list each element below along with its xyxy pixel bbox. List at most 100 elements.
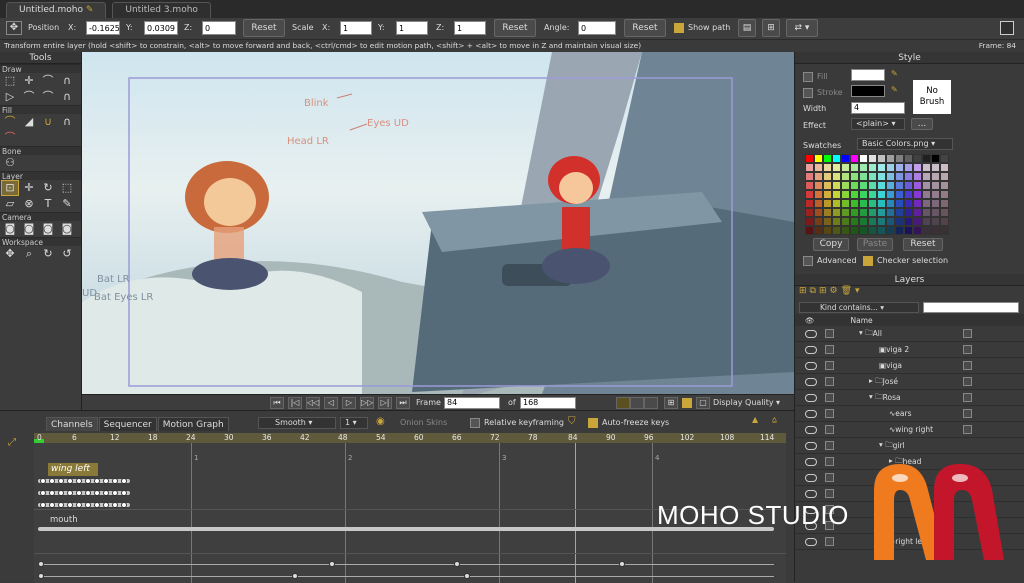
group-layer-icon[interactable]: ⊞ — [819, 286, 827, 300]
swatch-cell[interactable] — [814, 190, 823, 199]
swatch-cell[interactable] — [805, 163, 814, 172]
swatch-cell[interactable] — [832, 181, 841, 190]
swatch-cell[interactable] — [832, 217, 841, 226]
swatch-cell[interactable] — [913, 199, 922, 208]
pan-camera-icon[interactable]: ◙ — [59, 222, 75, 236]
keyframe-dot[interactable] — [67, 502, 73, 508]
keyframe-dot[interactable] — [85, 490, 91, 496]
last-frame-icon[interactable]: ⏭ — [396, 397, 410, 409]
swatch-cell[interactable] — [868, 172, 877, 181]
swatch-cell[interactable] — [859, 190, 868, 199]
keyframe-dot[interactable] — [49, 490, 55, 496]
swatch-cell[interactable] — [886, 163, 895, 172]
bone-tool-icon[interactable]: ⚇ — [2, 156, 18, 170]
swatch-cell[interactable] — [832, 154, 841, 163]
swatch-cell[interactable] — [823, 172, 832, 181]
swatch-cell[interactable] — [895, 217, 904, 226]
new-layer-icon[interactable]: ⊞ — [799, 286, 807, 300]
swatch-cell[interactable] — [805, 172, 814, 181]
keyframe-dot[interactable] — [103, 490, 109, 496]
swatch-cell[interactable] — [895, 208, 904, 217]
panel-toggle-icon[interactable] — [1000, 21, 1014, 35]
swatch-cell[interactable] — [805, 217, 814, 226]
swatch-cell[interactable] — [841, 172, 850, 181]
freehand-icon[interactable]: ⌒ — [21, 90, 37, 104]
swatch-cell[interactable] — [940, 190, 949, 199]
eyedropper-icon[interactable]: ✎ — [891, 85, 898, 94]
swatch-cell[interactable] — [913, 154, 922, 163]
width-field[interactable] — [851, 102, 905, 114]
keyframe-dot[interactable] — [121, 502, 127, 508]
swatch-cell[interactable] — [940, 199, 949, 208]
swatch-cell[interactable] — [904, 190, 913, 199]
align-icon[interactable]: ⊞ — [762, 19, 780, 37]
swatch-cell[interactable] — [931, 172, 940, 181]
frame-field[interactable] — [444, 397, 500, 409]
layer-checkbox[interactable] — [825, 457, 834, 466]
eye-icon[interactable] — [805, 377, 817, 386]
next-key-icon[interactable]: ▷| — [378, 397, 392, 409]
magnet-icon[interactable]: ∩ — [59, 90, 75, 104]
swatch-cell[interactable] — [850, 226, 859, 235]
tab-channels[interactable]: Channels — [46, 417, 98, 431]
swatch-cell[interactable] — [886, 172, 895, 181]
tab-untitled-3[interactable]: Untitled 3.moho — [112, 2, 211, 18]
keyframe-dot[interactable] — [67, 478, 73, 484]
scale-z-field[interactable] — [454, 21, 486, 35]
swatch-cell[interactable] — [940, 208, 949, 217]
swatch-cell[interactable] — [850, 163, 859, 172]
keyframe-dot[interactable] — [76, 502, 82, 508]
swatch-cell[interactable] — [940, 226, 949, 235]
swatch-cell[interactable] — [805, 208, 814, 217]
effect-more-button[interactable]: ... — [911, 118, 933, 130]
layer-checkbox[interactable] — [825, 489, 834, 498]
swatch-cell[interactable] — [904, 163, 913, 172]
swatch-cell[interactable] — [877, 190, 886, 199]
swatch-cell[interactable] — [841, 208, 850, 217]
kind-dropdown[interactable]: Kind contains... ▾ — [799, 301, 919, 313]
swatch-cell[interactable] — [877, 226, 886, 235]
layer-row-girl[interactable]: ▾ 🗀 girl — [795, 438, 1024, 454]
swatch-cell[interactable] — [877, 217, 886, 226]
swatch-cell[interactable] — [922, 208, 931, 217]
swatch-cell[interactable] — [886, 181, 895, 190]
track-camera-icon[interactable]: ◙ — [2, 222, 18, 236]
eye-icon[interactable] — [805, 409, 817, 418]
swatch-cell[interactable] — [913, 208, 922, 217]
swatch-cell[interactable] — [904, 208, 913, 217]
swatch-cell[interactable] — [814, 172, 823, 181]
swatch-cell[interactable] — [868, 208, 877, 217]
next-frame-icon[interactable]: ▷▷ — [360, 397, 374, 409]
swatch-cell[interactable] — [859, 154, 868, 163]
zoom-in-timeline-icon[interactable]: ▲ — [752, 415, 758, 424]
swatch-cell[interactable] — [814, 199, 823, 208]
select-points-icon[interactable]: ⬚ — [2, 74, 18, 88]
swatch-cell[interactable] — [859, 217, 868, 226]
zoom-camera-icon[interactable]: ◙ — [21, 222, 37, 236]
swatch-cell[interactable] — [904, 226, 913, 235]
swatch-cell[interactable] — [913, 181, 922, 190]
paste-button[interactable]: Paste — [857, 238, 893, 251]
keyframe-dot[interactable] — [67, 490, 73, 496]
keyframe-dot[interactable] — [58, 478, 64, 484]
keyframe-dot[interactable] — [49, 502, 55, 508]
fill-color-swatch[interactable] — [851, 69, 885, 81]
display-toggle-checkbox[interactable] — [682, 398, 692, 408]
swatch-cell[interactable] — [931, 208, 940, 217]
draw-shape-icon[interactable]: ▷ — [2, 90, 18, 104]
swatch-cell[interactable] — [913, 226, 922, 235]
swatch-cell[interactable] — [922, 226, 931, 235]
tab-sequencer[interactable]: Sequencer — [98, 417, 157, 431]
swatch-cell[interactable] — [931, 190, 940, 199]
swatch-cell[interactable] — [940, 172, 949, 181]
playhead[interactable] — [575, 443, 576, 583]
keyframe-dot[interactable] — [94, 502, 100, 508]
swatch-cell[interactable] — [850, 181, 859, 190]
eye-icon[interactable] — [805, 329, 817, 338]
eye-icon[interactable] — [805, 393, 817, 402]
effect-dropdown[interactable]: <plain> ▾ — [851, 118, 905, 130]
swatch-cell[interactable] — [895, 226, 904, 235]
swatch-cell[interactable] — [877, 172, 886, 181]
keyframe-dot[interactable] — [40, 478, 46, 484]
no-brush-button[interactable]: No Brush — [913, 80, 951, 114]
